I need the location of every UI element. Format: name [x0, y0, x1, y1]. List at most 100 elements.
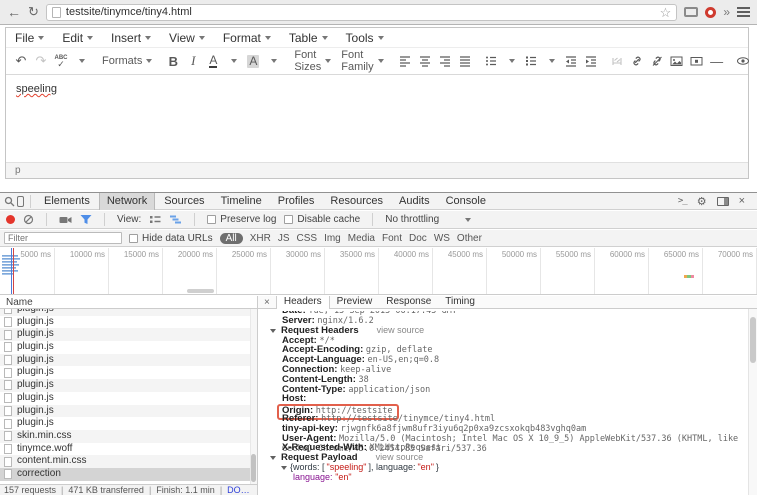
menu-edit[interactable]: Edit — [62, 31, 93, 45]
menu-file[interactable]: File — [15, 31, 44, 45]
font-family-dropdown[interactable]: Font Family — [336, 50, 388, 72]
tab-resources[interactable]: Resources — [323, 193, 390, 210]
link-icon[interactable] — [627, 50, 647, 72]
view-source-link[interactable]: view source — [377, 326, 425, 336]
close-details-icon[interactable]: × — [258, 297, 276, 308]
filter-type-font[interactable]: Font — [382, 233, 402, 244]
request-headers-section[interactable]: Request Headers view source — [269, 326, 748, 336]
filter-input[interactable] — [4, 232, 122, 244]
console-drawer-icon[interactable]: >_ — [678, 196, 687, 206]
tab-network[interactable]: Network — [99, 193, 155, 210]
details-scrollbar[interactable] — [748, 309, 757, 495]
filter-type-js[interactable]: JS — [278, 233, 290, 244]
menu-tools[interactable]: Tools — [346, 31, 384, 45]
menu-table[interactable]: Table — [289, 31, 328, 45]
filter-type-img[interactable]: Img — [324, 233, 341, 244]
filter-funnel-icon[interactable] — [80, 214, 92, 225]
spellcheck-dropdown-icon[interactable] — [71, 50, 91, 72]
network-overview-timeline[interactable]: 5000 ms 10000 ms 15000 ms 20000 ms 25000… — [0, 248, 757, 295]
redo-icon[interactable]: ↷ — [31, 50, 51, 72]
request-row[interactable]: plugin.js — [0, 328, 257, 341]
request-row[interactable]: plugin.js — [0, 392, 257, 405]
background-color-button[interactable]: A — [243, 50, 263, 72]
text-color-dropdown-icon[interactable] — [223, 50, 243, 72]
undo-icon[interactable]: ↶ — [11, 50, 31, 72]
disclosure-triangle-icon[interactable] — [270, 456, 276, 460]
url-text[interactable]: testsite/tinymce/tiny4.html — [66, 6, 655, 18]
request-list-scrollbar[interactable] — [250, 309, 257, 484]
media-icon[interactable] — [687, 50, 707, 72]
editor-content[interactable]: speeling — [6, 75, 748, 162]
horizontal-rule-icon[interactable]: — — [707, 50, 727, 72]
numbered-list-icon[interactable] — [521, 50, 541, 72]
bullet-list-icon[interactable] — [481, 50, 501, 72]
filter-type-ws[interactable]: WS — [434, 233, 450, 244]
preserve-log-checkbox[interactable]: Preserve log — [207, 214, 276, 225]
name-column-header[interactable]: Name — [0, 296, 257, 309]
request-row[interactable]: tinymce.woff — [0, 443, 257, 456]
align-justify-icon[interactable] — [455, 50, 475, 72]
browser-menu-icon[interactable] — [737, 5, 750, 19]
throttling-dropdown[interactable]: No throttling — [385, 214, 471, 225]
horizontal-scrollbar-thumb[interactable] — [187, 289, 214, 293]
element-path[interactable]: p — [15, 165, 21, 176]
request-row[interactable]: content.min.css — [0, 455, 257, 468]
font-sizes-dropdown[interactable]: Font Sizes — [289, 50, 336, 72]
view-waterfall-icon[interactable] — [169, 214, 182, 225]
filter-type-css[interactable]: CSS — [297, 233, 318, 244]
request-row[interactable]: plugin.js — [0, 354, 257, 367]
align-left-icon[interactable] — [395, 50, 415, 72]
tab-timeline[interactable]: Timeline — [214, 193, 269, 210]
tab-sources[interactable]: Sources — [157, 193, 211, 210]
screenshot-camera-icon[interactable] — [59, 215, 72, 225]
request-row[interactable]: plugin.js — [0, 417, 257, 430]
disclosure-triangle-icon[interactable] — [281, 466, 287, 470]
indent-icon[interactable] — [581, 50, 601, 72]
back-icon[interactable]: ← — [7, 5, 21, 19]
align-center-icon[interactable] — [415, 50, 435, 72]
view-list-icon[interactable] — [149, 214, 161, 225]
gear-icon[interactable]: ⚙ — [697, 195, 707, 208]
reload-icon[interactable]: ↻ — [28, 5, 39, 19]
filter-type-doc[interactable]: Doc — [409, 233, 427, 244]
align-right-icon[interactable] — [435, 50, 455, 72]
close-devtools-icon[interactable]: × — [739, 195, 745, 207]
cast-icon[interactable] — [684, 7, 698, 17]
bookmark-star-icon[interactable]: ☆ — [660, 6, 672, 19]
tab-preview[interactable]: Preview — [330, 296, 380, 309]
preview-eye-icon[interactable] — [733, 50, 753, 72]
request-row[interactable]: plugin.js — [0, 366, 257, 379]
menu-insert[interactable]: Insert — [111, 31, 151, 45]
tab-audits[interactable]: Audits — [392, 193, 437, 210]
numbered-list-dropdown-icon[interactable] — [541, 50, 561, 72]
bullet-list-dropdown-icon[interactable] — [501, 50, 521, 72]
hide-data-urls-checkbox[interactable]: Hide data URLs — [129, 233, 213, 244]
image-icon[interactable] — [667, 50, 687, 72]
disable-cache-checkbox[interactable]: Disable cache — [284, 214, 360, 225]
request-row[interactable]: plugin.js — [0, 309, 257, 316]
disclosure-triangle-icon[interactable] — [270, 329, 276, 333]
record-icon[interactable] — [6, 215, 15, 224]
scrollbar-thumb[interactable] — [251, 454, 256, 482]
filter-type-xhr[interactable]: XHR — [250, 233, 271, 244]
tab-headers[interactable]: Headers — [276, 296, 330, 309]
request-row-selected[interactable]: correction — [0, 468, 257, 481]
dock-side-icon[interactable] — [717, 197, 729, 206]
filter-type-other[interactable]: Other — [457, 233, 482, 244]
outdent-icon[interactable] — [561, 50, 581, 72]
italic-button[interactable]: I — [183, 50, 203, 72]
overflow-icon[interactable]: » — [723, 5, 730, 19]
request-row[interactable]: plugin.js — [0, 379, 257, 392]
tab-console[interactable]: Console — [439, 193, 493, 210]
request-row[interactable]: skin.min.css — [0, 430, 257, 443]
misspelled-word[interactable]: speeling — [16, 83, 57, 95]
tab-response[interactable]: Response — [379, 296, 438, 309]
background-color-dropdown-icon[interactable] — [263, 50, 283, 72]
filter-type-all[interactable]: All — [220, 233, 243, 244]
clear-icon[interactable] — [23, 214, 34, 225]
formats-dropdown[interactable]: Formats — [97, 50, 157, 72]
tab-profiles[interactable]: Profiles — [271, 193, 322, 210]
search-icon[interactable] — [4, 196, 15, 207]
text-color-button[interactable]: A — [203, 50, 223, 72]
tab-timing[interactable]: Timing — [438, 296, 482, 309]
